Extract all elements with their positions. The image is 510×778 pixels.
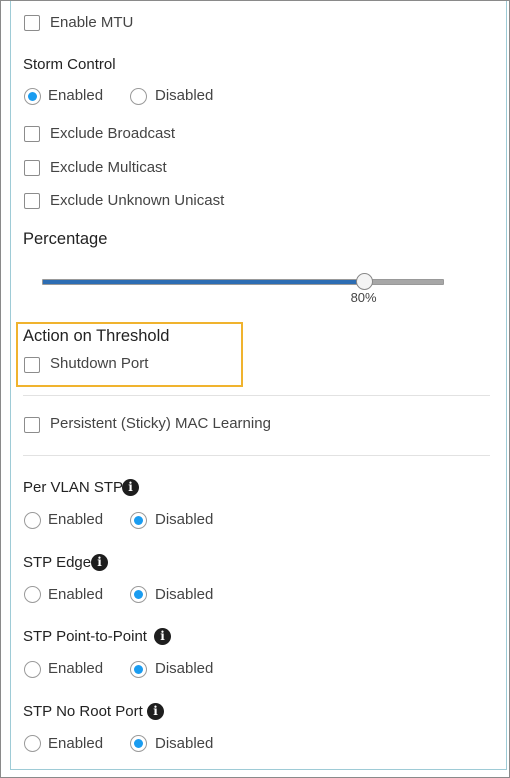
stp-edge-disabled-label: Disabled [155, 586, 214, 603]
stp-no-root-port-enabled-radio[interactable] [24, 735, 41, 752]
percentage-title: Percentage [23, 230, 108, 248]
enable-mtu-label: Enable MTU [50, 14, 134, 31]
storm-control-enabled-radio[interactable] [24, 88, 41, 105]
action-on-threshold-title: Action on Threshold [23, 327, 170, 345]
stp-edge-disabled-radio[interactable] [130, 586, 147, 603]
stp-edge-title: STP Edge [23, 554, 92, 571]
stp-no-root-port-enabled-label: Enabled [48, 735, 104, 752]
stp-edge-enabled-label: Enabled [48, 586, 104, 603]
divider [23, 455, 490, 456]
percentage-slider-value: 80% [350, 290, 377, 305]
exclude-unknown-unicast-label: Exclude Unknown Unicast [50, 192, 225, 209]
info-icon[interactable]: i [147, 703, 164, 720]
stp-point-to-point-disabled-radio[interactable] [130, 661, 147, 678]
shutdown-port-label: Shutdown Port [50, 355, 149, 372]
stp-no-root-port-disabled-radio[interactable] [130, 735, 147, 752]
per-vlan-stp-disabled-label: Disabled [155, 511, 214, 528]
stp-no-root-port-disabled-label: Disabled [155, 735, 214, 752]
info-icon[interactable]: i [154, 628, 171, 645]
percentage-slider-fill [43, 280, 365, 284]
info-icon[interactable]: i [91, 554, 108, 571]
divider [23, 395, 490, 396]
storm-control-title: Storm Control [23, 56, 116, 73]
stp-no-root-port-title: STP No Root Port [23, 703, 143, 720]
sticky-mac-learning-checkbox[interactable] [24, 417, 40, 433]
enable-mtu-checkbox[interactable] [24, 15, 40, 31]
exclude-multicast-label: Exclude Multicast [50, 159, 167, 176]
storm-control-disabled-radio[interactable] [130, 88, 147, 105]
per-vlan-stp-enabled-radio[interactable] [24, 512, 41, 529]
percentage-slider-handle[interactable] [355, 273, 373, 290]
exclude-multicast-checkbox[interactable] [24, 160, 40, 176]
stp-point-to-point-title: STP Point-to-Point [23, 628, 147, 645]
sticky-mac-learning-label: Persistent (Sticky) MAC Learning [50, 415, 271, 432]
exclude-broadcast-checkbox[interactable] [24, 126, 40, 142]
stp-point-to-point-enabled-label: Enabled [48, 660, 104, 677]
shutdown-port-checkbox[interactable] [24, 357, 40, 373]
storm-control-enabled-label: Enabled [48, 87, 104, 104]
exclude-broadcast-label: Exclude Broadcast [50, 125, 176, 142]
per-vlan-stp-enabled-label: Enabled [48, 511, 104, 528]
per-vlan-stp-title: Per VLAN STP [23, 479, 124, 496]
per-vlan-stp-disabled-radio[interactable] [130, 512, 147, 529]
stp-point-to-point-disabled-label: Disabled [155, 660, 214, 677]
stp-point-to-point-enabled-radio[interactable] [24, 661, 41, 678]
percentage-slider-track[interactable] [42, 279, 444, 285]
stp-edge-enabled-radio[interactable] [24, 586, 41, 603]
exclude-unknown-unicast-checkbox[interactable] [24, 193, 40, 209]
info-icon[interactable]: i [122, 479, 139, 496]
storm-control-disabled-label: Disabled [155, 87, 214, 104]
